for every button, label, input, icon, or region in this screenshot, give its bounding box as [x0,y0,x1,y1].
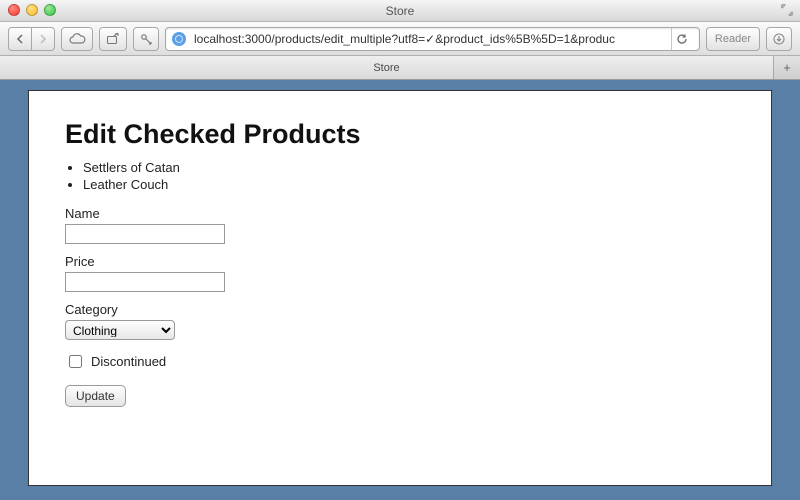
share-button[interactable] [99,27,127,51]
tab-store[interactable]: Store [0,56,774,79]
address-bar[interactable] [165,27,700,51]
url-input[interactable] [192,31,665,47]
reload-icon [676,33,688,45]
window-titlebar: Store [0,0,800,22]
discontinued-label: Discontinued [91,354,166,369]
category-select[interactable]: Clothing [65,320,175,340]
viewport: Edit Checked Products Settlers of Catan … [0,80,800,500]
window-title: Store [386,4,415,18]
chevron-right-icon [38,34,48,44]
price-label: Price [65,254,735,269]
field-discontinued: Discontinued [65,352,735,371]
category-label: Category [65,302,735,317]
update-button[interactable]: Update [65,385,126,407]
tab-bar: Store + [0,56,800,80]
minimize-icon[interactable] [26,4,38,16]
favicon-icon [172,32,186,46]
share-icon [106,33,120,45]
inspector-button[interactable] [133,27,159,51]
back-button[interactable] [8,27,31,51]
reader-label: Reader [715,33,751,45]
tab-title: Store [373,62,399,74]
key-icon [140,33,152,45]
page-heading: Edit Checked Products [65,119,735,150]
window-traffic-lights [8,4,56,16]
cloud-icon [68,33,86,45]
new-tab-button[interactable]: + [774,56,800,79]
expand-icon [780,3,794,17]
forward-button[interactable] [31,27,55,51]
chevron-left-icon [15,34,25,44]
field-price: Price [65,254,735,292]
name-label: Name [65,206,735,221]
downloads-button[interactable] [766,27,792,51]
price-input[interactable] [65,272,225,292]
icloud-button[interactable] [61,27,93,51]
discontinued-checkbox[interactable] [69,355,82,368]
reader-button[interactable]: Reader [706,27,760,51]
download-icon [773,33,785,45]
nav-back-forward [8,27,55,51]
list-item: Settlers of Catan [83,160,735,175]
page-content: Edit Checked Products Settlers of Catan … [28,90,772,486]
zoom-icon[interactable] [44,4,56,16]
name-input[interactable] [65,224,225,244]
plus-icon: + [783,60,791,75]
list-item: Leather Couch [83,177,735,192]
close-icon[interactable] [8,4,20,16]
product-list: Settlers of Catan Leather Couch [83,160,735,192]
reload-button[interactable] [671,27,693,51]
field-name: Name [65,206,735,244]
field-category: Category Clothing [65,302,735,340]
browser-toolbar: Reader [0,22,800,56]
